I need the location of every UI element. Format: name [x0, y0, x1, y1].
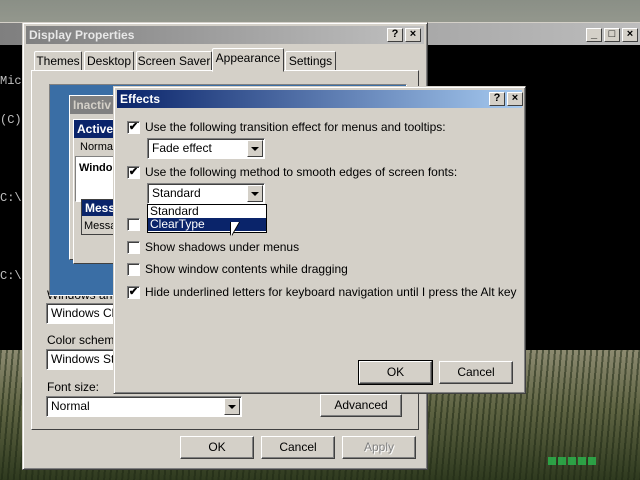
hide-underlines-checkbox[interactable]: ✔: [127, 286, 140, 299]
font-smoothing-dropdown-list[interactable]: Standard ClearType: [147, 204, 267, 233]
help-button[interactable]: ?: [387, 28, 403, 42]
system-tray-icons: [548, 456, 618, 468]
mouse-pointer-icon: [231, 222, 239, 236]
tab-screen-saver[interactable]: Screen Saver: [136, 51, 212, 71]
tray-icon: [588, 457, 596, 465]
effects-dialog[interactable]: Effects ? × ✔ Use the following transiti…: [113, 86, 526, 394]
transition-effect-value: Fade effect: [152, 141, 212, 155]
preview-message-text: Messa: [84, 220, 117, 232]
tab-settings[interactable]: Settings: [285, 51, 336, 71]
tray-icon: [578, 457, 586, 465]
tab-desktop[interactable]: Desktop: [84, 51, 134, 71]
font-smoothing-label: Use the following method to smooth edges…: [145, 165, 458, 179]
font-smoothing-value: Standard: [152, 186, 201, 200]
menu-shadows-label: Show shadows under menus: [145, 240, 300, 254]
font-size-value: Normal: [51, 399, 90, 413]
tab-themes[interactable]: Themes: [34, 51, 82, 71]
large-icons-checkbox[interactable]: [127, 218, 140, 231]
tray-icon: [568, 457, 576, 465]
cancel-button[interactable]: Cancel: [261, 436, 335, 459]
chevron-down-icon[interactable]: [224, 398, 240, 415]
console-maximize-button[interactable]: □: [604, 28, 620, 42]
help-button[interactable]: ?: [489, 92, 505, 106]
hide-underlines-label: Hide underlined letters for keyboard nav…: [145, 285, 517, 299]
effects-title-bar[interactable]: Effects: [117, 90, 522, 108]
tray-icon: [548, 457, 556, 465]
preview-window-text: Windo: [79, 162, 113, 174]
tray-icon: [558, 457, 566, 465]
advanced-button[interactable]: Advanced: [320, 394, 402, 417]
display-properties-title-bar[interactable]: Display Properties: [26, 26, 424, 44]
preview-normal-text: Normal: [80, 141, 116, 153]
font-size-select[interactable]: Normal: [46, 396, 242, 417]
chevron-down-icon[interactable]: [247, 140, 263, 157]
transition-effect-label: Use the following transition effect for …: [145, 120, 446, 134]
drag-contents-label: Show window contents while dragging: [145, 262, 348, 276]
font-smoothing-checkbox[interactable]: ✔: [127, 166, 140, 179]
drag-contents-checkbox[interactable]: [127, 263, 140, 276]
transition-effect-select[interactable]: Fade effect: [147, 138, 265, 159]
dropdown-option-cleartype[interactable]: ClearType: [148, 218, 266, 231]
dialog-title: Effects: [120, 92, 161, 106]
window-title: Display Properties: [29, 28, 135, 42]
menu-shadows-checkbox[interactable]: [127, 241, 140, 254]
ok-button[interactable]: OK: [180, 436, 254, 459]
close-button[interactable]: ×: [507, 92, 523, 106]
transition-effect-checkbox[interactable]: ✔: [127, 121, 140, 134]
font-smoothing-select[interactable]: Standard: [147, 183, 265, 204]
apply-button[interactable]: Apply: [342, 436, 416, 459]
chevron-down-icon[interactable]: [247, 185, 263, 202]
effects-ok-button[interactable]: OK: [358, 360, 433, 385]
console-minimize-button[interactable]: _: [586, 28, 602, 42]
console-close-button[interactable]: ×: [622, 28, 638, 42]
font-size-label: Font size:: [47, 380, 100, 394]
tab-appearance[interactable]: Appearance: [212, 48, 284, 72]
effects-cancel-button[interactable]: Cancel: [439, 361, 513, 384]
close-button[interactable]: ×: [405, 28, 421, 42]
